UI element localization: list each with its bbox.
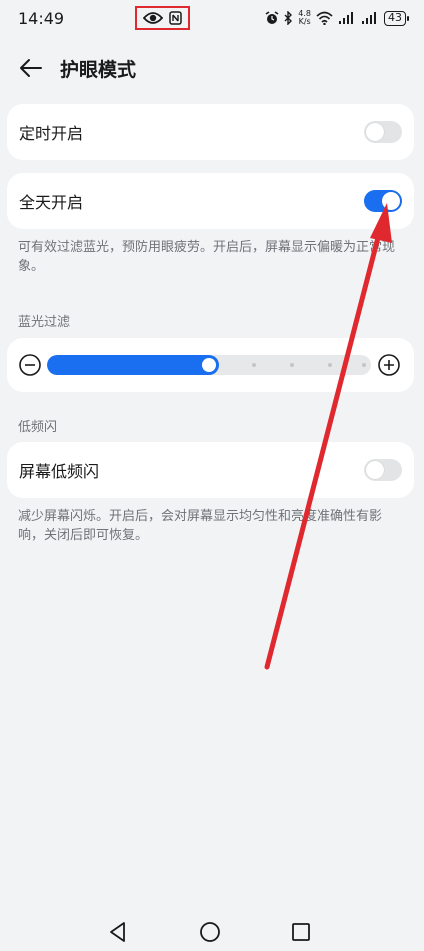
eye-icon xyxy=(143,12,163,24)
slider-tick xyxy=(328,363,332,367)
toggle-knob xyxy=(366,461,384,479)
slider-handle[interactable] xyxy=(202,358,216,372)
blue-light-section-title: 蓝光过滤 xyxy=(18,315,71,330)
all-day-card[interactable]: 全天开启 xyxy=(7,173,414,229)
page-title: 护眼模式 xyxy=(60,58,137,81)
navigation-bar xyxy=(0,912,424,951)
all-day-label: 全天开启 xyxy=(19,193,84,212)
low-flicker-toggle[interactable] xyxy=(364,459,402,481)
wifi-icon xyxy=(316,11,333,25)
blue-light-slider[interactable] xyxy=(47,355,371,375)
slider-fill xyxy=(47,355,219,375)
low-flicker-section-title: 低频闪 xyxy=(18,420,58,435)
slider-tick xyxy=(362,363,366,367)
status-highlight-box xyxy=(135,6,190,30)
scheduled-label: 定时开启 xyxy=(19,124,84,143)
arrow-left-icon[interactable] xyxy=(18,55,44,81)
nfc-icon xyxy=(169,11,182,25)
all-day-description: 可有效过滤蓝光，预防用眼疲劳。开启后，屏幕显示偏暖为正常现象。 xyxy=(18,240,396,274)
low-flicker-card[interactable]: 屏幕低频闪 xyxy=(7,442,414,498)
low-flicker-label: 屏幕低频闪 xyxy=(19,462,100,481)
minus-circle-icon[interactable] xyxy=(18,353,42,377)
scheduled-toggle[interactable] xyxy=(364,121,402,143)
home-circle-icon[interactable] xyxy=(198,920,222,944)
plus-circle-icon[interactable] xyxy=(377,353,401,377)
blue-light-slider-card xyxy=(7,338,414,392)
all-day-toggle[interactable] xyxy=(364,190,402,212)
bluetooth-icon xyxy=(284,11,293,25)
toggle-knob xyxy=(366,123,384,141)
page-header: 护眼模式 xyxy=(0,44,424,92)
net-speed: 4.8 K/s xyxy=(298,9,311,26)
alarm-icon xyxy=(265,11,279,24)
slider-tick xyxy=(290,363,294,367)
signal-icon xyxy=(362,12,376,24)
signal-icon xyxy=(339,12,353,24)
scheduled-card[interactable]: 定时开启 xyxy=(7,104,414,160)
battery-indicator: 43 xyxy=(384,10,409,26)
back-triangle-icon[interactable] xyxy=(106,920,130,944)
slider-tick xyxy=(252,363,256,367)
recent-apps-square-icon[interactable] xyxy=(289,920,313,944)
status-right-icons: 4.8 K/s 43 xyxy=(265,9,409,26)
low-flicker-description: 减少屏幕闪烁。开启后，会对屏幕显示均匀性和亮度准确性有影响，关闭后即可恢复。 xyxy=(18,509,383,543)
status-time: 14:49 xyxy=(18,8,65,28)
toggle-knob xyxy=(382,192,400,210)
status-bar: 14:49 4.8 K/s 43 xyxy=(0,0,424,36)
